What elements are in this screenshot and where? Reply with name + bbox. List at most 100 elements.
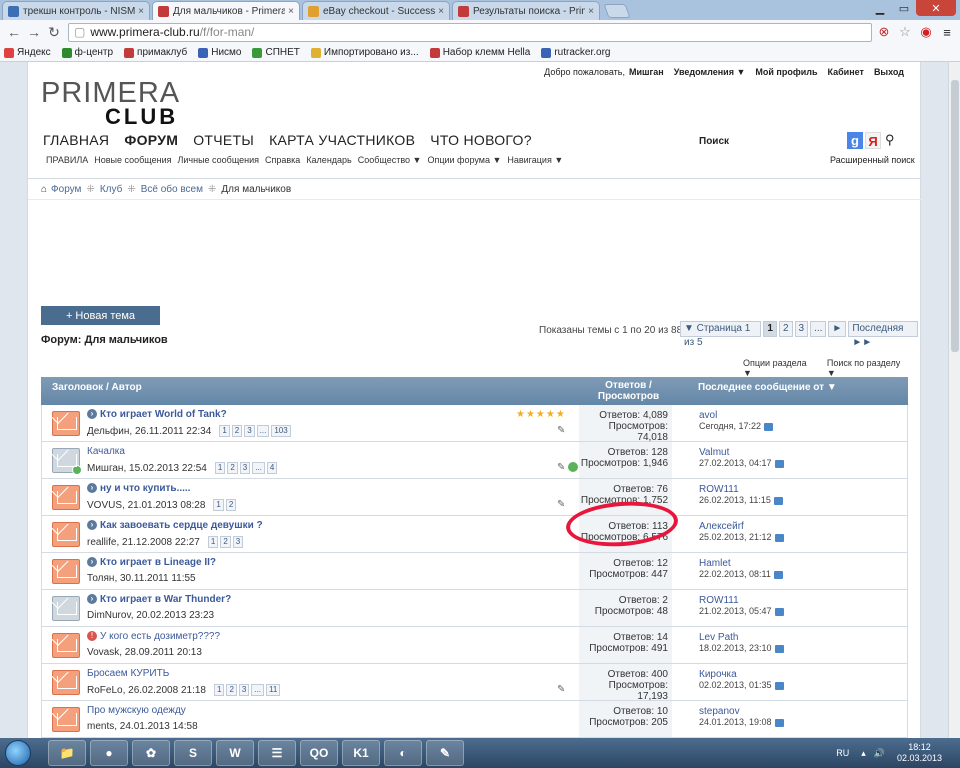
thread-title-text[interactable]: Кто играет World of Tank? bbox=[100, 409, 227, 420]
thread-title-text[interactable]: Качалка bbox=[87, 446, 125, 457]
menu-icon[interactable]: ≡ bbox=[938, 25, 956, 40]
bookmark-item[interactable]: примаклуб bbox=[124, 47, 187, 58]
explorer-icon[interactable]: 📁 bbox=[48, 740, 86, 766]
subnav-item[interactable]: Календарь bbox=[306, 155, 351, 165]
thread-page-link[interactable]: 2 bbox=[231, 425, 243, 437]
pagination-item[interactable]: 3 bbox=[794, 321, 809, 337]
page-scrollbar[interactable] bbox=[948, 62, 960, 738]
breadcrumb-club[interactable]: Клуб bbox=[100, 184, 123, 195]
thread-author-date[interactable]: Дельфин, 26.11.2011 22:34 bbox=[87, 426, 211, 437]
thread-title[interactable]: Качалка bbox=[87, 446, 125, 457]
thread-page-link[interactable]: ... bbox=[256, 425, 270, 437]
last-post-user[interactable]: Кирочка bbox=[699, 669, 784, 680]
notifications-menu[interactable]: Уведомления ▼ bbox=[674, 67, 746, 77]
pagination-item[interactable]: ► bbox=[828, 321, 847, 337]
breadcrumb-all[interactable]: Всё обо всем bbox=[141, 184, 203, 195]
breadcrumb-forum[interactable]: Форум bbox=[51, 184, 81, 195]
clock[interactable]: 18:12 02.03.2013 bbox=[897, 742, 942, 764]
go-to-post-icon[interactable] bbox=[774, 607, 784, 616]
thread-title-text[interactable]: ну и что купить..... bbox=[100, 483, 190, 494]
opera-icon[interactable]: ◉ bbox=[917, 24, 935, 40]
thread-page-link[interactable]: 1 bbox=[207, 536, 219, 548]
search-icon[interactable]: ⚲ bbox=[885, 132, 895, 149]
go-to-post-icon[interactable] bbox=[774, 533, 784, 542]
thread-title-text[interactable]: Про мужскую одежду bbox=[87, 705, 186, 716]
thread-author-date[interactable]: Толян, 30.11.2011 11:55 bbox=[87, 573, 196, 584]
search-label[interactable]: Поиск bbox=[699, 136, 729, 147]
thread-status-icon[interactable] bbox=[52, 448, 82, 475]
tab-close-icon[interactable]: × bbox=[438, 6, 444, 17]
new-thread-button[interactable]: + Новая тема bbox=[41, 306, 160, 325]
go-to-post-icon[interactable] bbox=[773, 496, 783, 505]
thread-status-icon[interactable] bbox=[52, 559, 80, 584]
star-icon[interactable]: ☆ bbox=[896, 24, 914, 40]
thread-status-icon[interactable] bbox=[52, 596, 80, 621]
tab-close-icon[interactable]: × bbox=[288, 6, 294, 17]
new-tab-button[interactable] bbox=[603, 4, 631, 18]
thread-page-link[interactable]: 2 bbox=[226, 684, 237, 696]
thread-page-link[interactable]: 2 bbox=[225, 499, 237, 511]
thread-author-date[interactable]: ments, 24.01.2013 14:58 bbox=[87, 721, 198, 732]
thread-title[interactable]: Про мужскую одежду bbox=[87, 705, 186, 716]
thread-page-link[interactable]: ... bbox=[252, 462, 265, 474]
col-last-post[interactable]: Последнее сообщение от ▼ bbox=[698, 382, 837, 393]
last-post-user[interactable]: ROW111 bbox=[699, 595, 784, 606]
thread-page-link[interactable]: 103 bbox=[271, 425, 291, 437]
bookmark-item[interactable]: Импортировано из... bbox=[310, 47, 419, 58]
thread-page-link[interactable]: 4 bbox=[266, 462, 278, 474]
thread-page-link[interactable]: 3 bbox=[232, 536, 244, 548]
skype-icon[interactable]: S bbox=[174, 740, 212, 766]
thread-page-link[interactable]: 3 bbox=[238, 684, 250, 696]
thread-status-icon[interactable] bbox=[52, 707, 80, 732]
thread-author-date[interactable]: Мишган, 15.02.2013 22:54 bbox=[87, 463, 207, 474]
blocked-icon[interactable]: ⊗ bbox=[875, 24, 893, 40]
bookmark-item[interactable]: Яндекс bbox=[4, 47, 51, 58]
bookmark-item[interactable]: СПНЕТ bbox=[252, 47, 300, 58]
tab-close-icon[interactable]: × bbox=[588, 6, 594, 17]
nav-reports[interactable]: ОТЧЕТЫ bbox=[193, 132, 254, 148]
subnav-item[interactable]: Навигация ▼ bbox=[507, 155, 563, 165]
thread-title-text[interactable]: Как завоевать сердце девушки ? bbox=[100, 520, 263, 531]
forward-icon[interactable]: → bbox=[24, 24, 44, 40]
pagination-item[interactable]: ... bbox=[810, 321, 827, 337]
go-to-post-icon[interactable] bbox=[774, 459, 784, 468]
last-post-user[interactable]: Valmut bbox=[699, 447, 784, 458]
thread-page-link[interactable]: 11 bbox=[266, 684, 281, 696]
subnav-item[interactable]: Справка bbox=[265, 155, 300, 165]
thread-title-text[interactable]: У кого есть дозиметр???? bbox=[100, 631, 220, 642]
go-to-post-icon[interactable] bbox=[774, 681, 784, 690]
nav-members-map[interactable]: КАРТА УЧАСТНИКОВ bbox=[269, 132, 415, 148]
thread-status-icon[interactable] bbox=[52, 485, 80, 510]
last-post-user[interactable]: ROW111 bbox=[699, 484, 783, 495]
minimize-button[interactable]: ▁ bbox=[868, 0, 892, 16]
cabinet-link[interactable]: Кабинет bbox=[828, 67, 864, 77]
language-indicator[interactable]: RU bbox=[836, 748, 849, 758]
start-button[interactable] bbox=[0, 738, 36, 768]
thread-author-date[interactable]: VOVUS, 21.01.2013 08:28 bbox=[87, 500, 205, 511]
last-post-user[interactable]: avol bbox=[699, 410, 773, 421]
thread-title-text[interactable]: Кто играет в War Thunder? bbox=[100, 594, 231, 605]
thread-page-link[interactable]: 1 bbox=[213, 684, 225, 696]
thread-author-date[interactable]: DimNurov, 20.02.2013 23:23 bbox=[87, 610, 214, 621]
profile-link[interactable]: Мой профиль bbox=[755, 67, 817, 77]
home-icon[interactable]: ⌂ bbox=[41, 184, 47, 195]
game-icon[interactable]: ◐ bbox=[384, 740, 422, 766]
ok-icon[interactable]: QO bbox=[300, 740, 338, 766]
maximize-button[interactable]: ▭ bbox=[892, 0, 916, 16]
last-post-user[interactable]: Алексейrf bbox=[699, 521, 784, 532]
pagination-item[interactable]: 2 bbox=[778, 321, 793, 337]
thread-title-text[interactable]: Бросаем КУРИТЬ bbox=[87, 668, 169, 679]
icq-icon[interactable]: ✿ bbox=[132, 740, 170, 766]
thread-page-link[interactable]: 3 bbox=[244, 425, 255, 437]
thread-page-link[interactable]: 2 bbox=[220, 536, 231, 548]
thread-title[interactable]: › Кто играет World of Tank? bbox=[87, 409, 227, 420]
nav-whats-new[interactable]: ЧТО НОВОГО? bbox=[430, 132, 532, 148]
thread-title[interactable]: › ну и что купить..... bbox=[87, 483, 190, 494]
thread-author-date[interactable]: Vovask, 28.09.2011 20:13 bbox=[87, 647, 202, 658]
bookmark-item[interactable]: Нисмо bbox=[198, 47, 241, 58]
bookmark-item[interactable]: Набор клемм Hella bbox=[429, 47, 530, 58]
reload-icon[interactable]: ↻ bbox=[44, 24, 64, 41]
thread-status-icon[interactable] bbox=[52, 522, 80, 547]
go-to-post-icon[interactable] bbox=[774, 718, 784, 727]
go-to-post-icon[interactable] bbox=[773, 570, 783, 579]
